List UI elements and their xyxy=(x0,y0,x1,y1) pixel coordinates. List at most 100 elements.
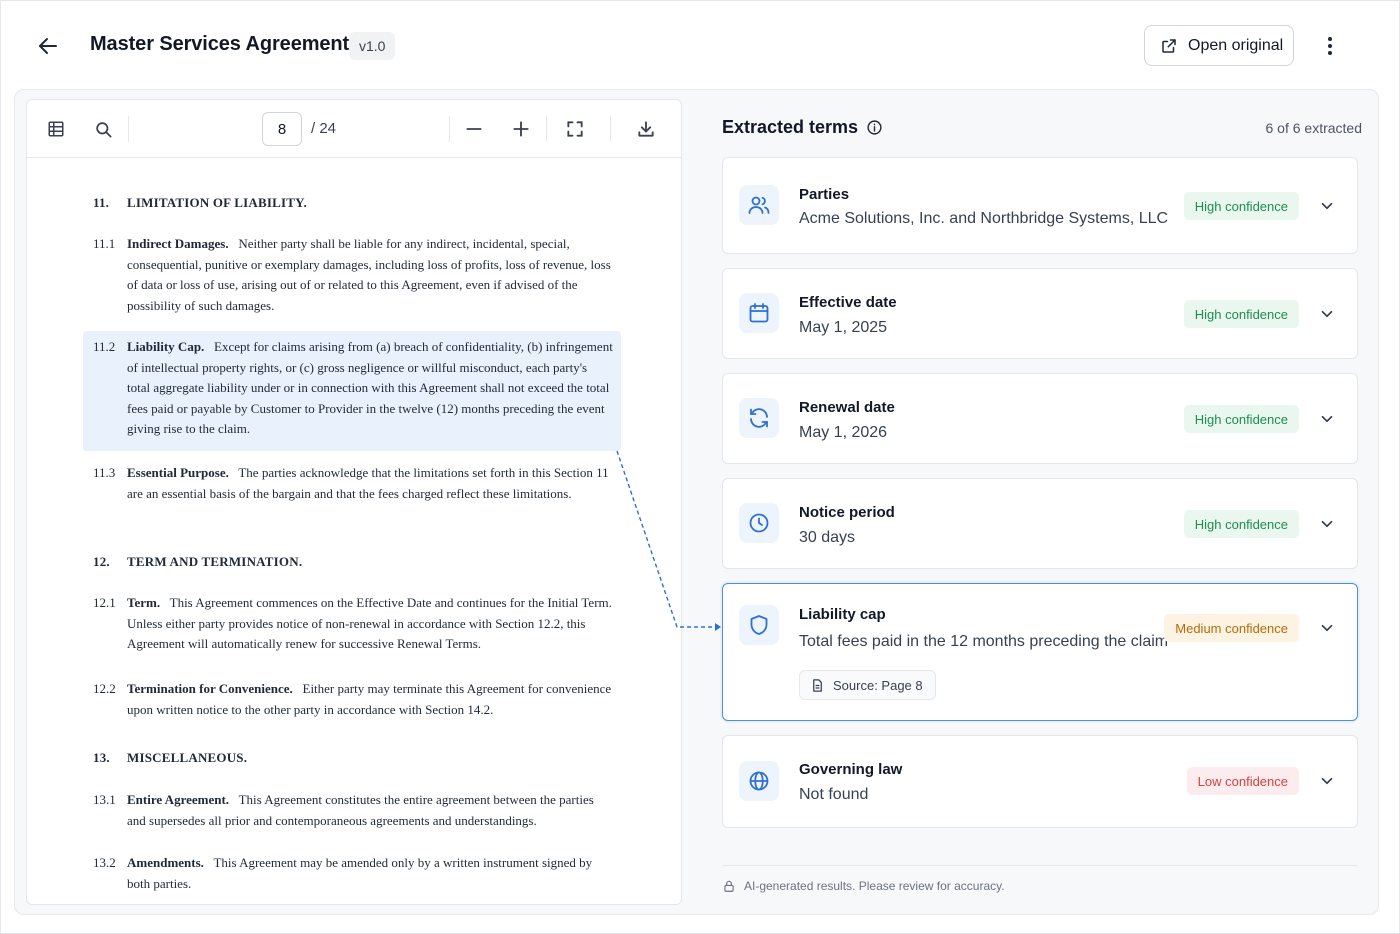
clause-number: 11.3 xyxy=(93,465,116,480)
plus-icon xyxy=(513,121,529,137)
term-label: Governing law xyxy=(799,761,903,778)
clock-icon xyxy=(749,513,769,533)
term-card-effective-date[interactable]: Effective date May 1, 2025 High confiden… xyxy=(722,268,1358,359)
term-value: Total fees paid in the 12 months precedi… xyxy=(799,633,1169,650)
clause-number: 11.2 xyxy=(93,339,116,354)
page-total: / 24 xyxy=(311,120,337,137)
expand-button[interactable] xyxy=(1315,512,1339,536)
card-icon xyxy=(739,761,779,801)
download-button[interactable] xyxy=(631,114,661,144)
confidence-badge: Medium confidence xyxy=(1164,614,1299,642)
arrow-left-icon xyxy=(39,38,57,54)
clause-heading: Indirect Damages. xyxy=(127,236,229,251)
calendar-icon xyxy=(749,303,769,323)
ai-disclaimer: AI-generated results. Please review for … xyxy=(722,879,1005,893)
document-page: 11. LIMITATION OF LIABILITY. 11.1 Indirec… xyxy=(27,159,681,904)
chevron-down-icon xyxy=(1321,520,1333,528)
section-title: MISCELLANEOUS. xyxy=(127,750,248,765)
section-number: 13. xyxy=(93,750,110,765)
page-title: Master Services Agreement xyxy=(90,33,350,55)
section-heading: 12. TERM AND TERMINATION. xyxy=(93,554,302,570)
refresh-icon xyxy=(750,408,768,428)
term-label: Effective date xyxy=(799,294,897,311)
section-title: TERM AND TERMINATION. xyxy=(127,554,303,569)
search-button[interactable] xyxy=(88,114,118,144)
search-icon xyxy=(95,121,111,137)
table-icon xyxy=(48,121,64,137)
clause: 11.1 Indirect Damages. Neither party sha… xyxy=(93,234,613,316)
term-value: 30 days xyxy=(799,529,856,546)
clause-number: 13.2 xyxy=(93,855,116,870)
panel-title-text: Extracted terms xyxy=(722,117,859,137)
panel-title: Extracted terms xyxy=(722,117,883,138)
extracted-terms-panel: Extracted terms 6 of 6 extracted Parties… xyxy=(722,90,1362,916)
clause-heading: Entire Agreement. xyxy=(127,792,230,807)
app-window: Master Services Agreement v1.0 Open orig… xyxy=(0,0,1400,934)
clause: 11.3 Essential Purpose. The parties ackn… xyxy=(93,463,613,504)
term-label: Renewal date xyxy=(799,399,895,416)
expand-button[interactable] xyxy=(1315,769,1339,793)
card-icon xyxy=(739,398,779,438)
source-chip[interactable]: Source: Page 8 xyxy=(799,670,936,700)
clause: 13.2 Amendments. This Agreement may be a… xyxy=(93,853,613,894)
clause-number: 11.1 xyxy=(93,236,116,251)
term-card-liability-cap[interactable]: Liability cap Total fees paid in the 12 … xyxy=(722,583,1358,721)
external-link-icon xyxy=(1162,38,1176,53)
back-button[interactable] xyxy=(31,29,65,63)
clause-number: 13.1 xyxy=(93,792,116,807)
page-number-input[interactable] xyxy=(262,112,302,146)
open-original-label: Open original xyxy=(1188,36,1284,54)
source-label: Source: Page 8 xyxy=(833,677,923,693)
term-value: May 1, 2026 xyxy=(799,424,888,441)
minus-icon xyxy=(466,128,482,130)
chevron-down-icon xyxy=(1321,777,1333,785)
users-icon xyxy=(748,196,770,214)
expand-button[interactable] xyxy=(1315,407,1339,431)
extracted-count: 6 of 6 extracted xyxy=(1265,120,1362,136)
info-icon[interactable] xyxy=(866,119,883,136)
more-options-button[interactable] xyxy=(1315,29,1345,63)
section-number: 12. xyxy=(93,554,110,569)
clause-heading: Term. xyxy=(127,595,161,610)
clause: 13.1 Entire Agreement. This Agreement co… xyxy=(93,790,613,831)
clause: 12.2 Termination for Convenience. Either… xyxy=(93,679,613,720)
more-vertical-icon xyxy=(1328,37,1332,55)
chevron-down-icon xyxy=(1321,415,1333,423)
clause-liability-cap: 11.2 Liability Cap. Except for claims ar… xyxy=(93,337,613,440)
clause-heading: Termination for Convenience. xyxy=(127,681,293,696)
expand-button[interactable] xyxy=(1315,616,1339,640)
toolbar-divider xyxy=(546,116,547,142)
clause-heading: Amendments. xyxy=(127,855,204,870)
term-card-notice-period[interactable]: Notice period 30 days High confidence xyxy=(722,478,1358,569)
card-icon xyxy=(739,605,779,645)
fullscreen-button[interactable] xyxy=(560,114,590,144)
clause-number: 12.2 xyxy=(93,681,116,696)
expand-button[interactable] xyxy=(1315,302,1339,326)
disclaimer-text: AI-generated results. Please review for … xyxy=(744,879,1005,893)
workspace: / 24 11.LIMIT xyxy=(14,89,1379,915)
thumbnails-button[interactable] xyxy=(41,114,71,144)
chevron-down-icon xyxy=(1321,310,1333,318)
term-card-renewal-date[interactable]: Renewal date May 1, 2026 High confidence xyxy=(722,373,1358,464)
confidence-badge: High confidence xyxy=(1183,405,1299,433)
clause-text: This Agreement commences on the Effectiv… xyxy=(127,595,612,652)
toolbar-divider xyxy=(610,116,611,142)
open-original-button[interactable]: Open original xyxy=(1144,25,1294,66)
term-card-parties[interactable]: Parties Acme Solutions, Inc. and Northbr… xyxy=(722,157,1358,254)
shield-icon xyxy=(750,615,768,635)
viewer-toolbar: / 24 xyxy=(27,100,681,158)
zoom-in-button[interactable] xyxy=(506,114,536,144)
expand-button[interactable] xyxy=(1315,194,1339,218)
term-label: Liability cap xyxy=(799,606,886,623)
card-icon xyxy=(739,293,779,333)
term-label: Parties xyxy=(799,186,850,203)
confidence-badge: High confidence xyxy=(1183,192,1299,220)
confidence-badge: High confidence xyxy=(1183,510,1299,538)
toolbar-divider xyxy=(128,116,129,142)
clause-number: 12.1 xyxy=(93,595,116,610)
card-icon xyxy=(739,503,779,543)
zoom-out-button[interactable] xyxy=(459,114,489,144)
confidence-badge: High confidence xyxy=(1183,300,1299,328)
clause-heading: Essential Purpose. xyxy=(127,465,229,480)
term-card-governing-law[interactable]: Governing law Not found Low confidence xyxy=(722,735,1358,828)
